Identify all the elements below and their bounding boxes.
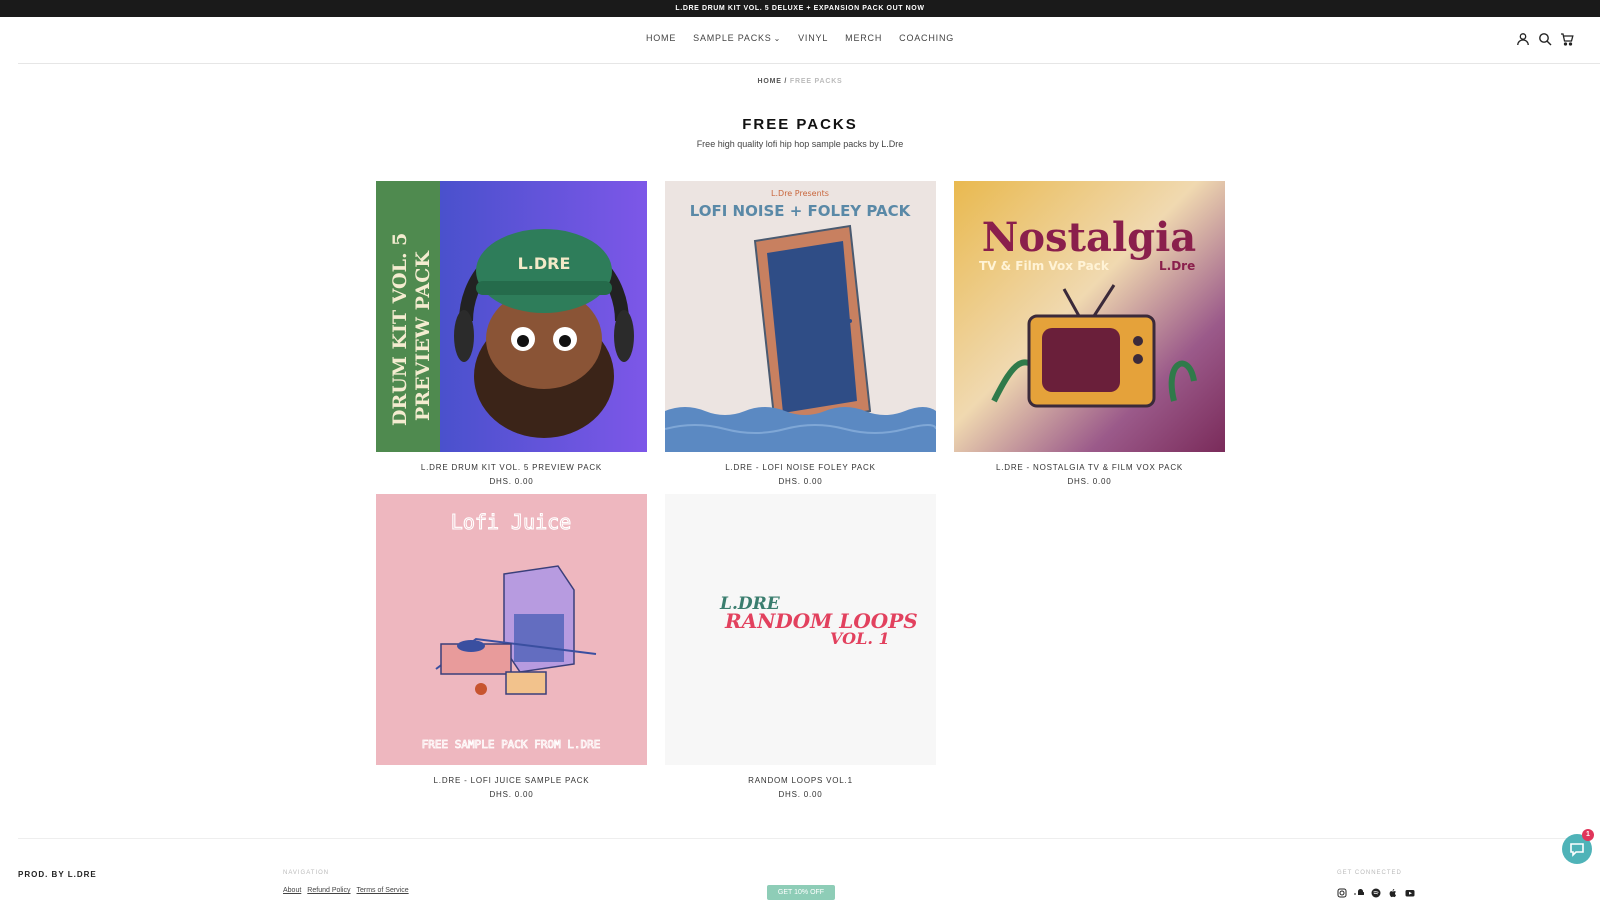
- instagram-icon[interactable]: [1337, 885, 1347, 898]
- nav-merch[interactable]: MERCH: [845, 33, 882, 43]
- product-title[interactable]: RANDOM LOOPS VOL.1: [665, 776, 936, 785]
- product-price: DHS. 0.00: [778, 477, 823, 486]
- product-price: DHS. 0.00: [1067, 477, 1112, 486]
- nav-coaching[interactable]: COACHING: [899, 33, 954, 43]
- cart-icon[interactable]: [1560, 32, 1574, 46]
- footer-brand: PROD. BY L.DRE: [18, 870, 97, 879]
- chevron-down-icon: ⌄: [773, 34, 782, 43]
- site-header: HOME SAMPLE PACKS ⌄ VINYL MERCH COACHING: [18, 17, 1600, 64]
- soundcloud-icon[interactable]: [1354, 885, 1365, 895]
- footer-divider: [18, 838, 1582, 839]
- youtube-icon[interactable]: [1405, 885, 1415, 897]
- breadcrumb-current: FREE PACKS: [789, 78, 843, 85]
- art-text-drum-kit-1: DRUM KIT VOL. 5: [389, 233, 411, 426]
- discount-button[interactable]: GET 10% OFF: [767, 885, 835, 900]
- spotify-icon[interactable]: [1371, 885, 1381, 898]
- product-title[interactable]: L.DRE - LOFI JUICE SAMPLE PACK: [376, 776, 647, 785]
- product-price: DHS. 0.00: [489, 477, 534, 486]
- art-text-drum-kit-2: PREVIEW PACK: [412, 250, 434, 421]
- footer-navigation-heading: NAVIGATION: [283, 870, 330, 876]
- product-price: DHS. 0.00: [489, 790, 534, 799]
- announcement-text[interactable]: L.DRE DRUM KIT VOL. 5 DELUXE + EXPANSION…: [675, 5, 924, 12]
- account-icon[interactable]: [1516, 32, 1530, 46]
- product-card[interactable]: Lofi Juice FREE SAMPLE PACK FROM L.DRE L…: [376, 494, 647, 799]
- art-text-nostalgia-3: L.Dre: [1159, 259, 1195, 273]
- page-title: FREE PACKS: [742, 116, 858, 133]
- product-card[interactable]: L.DRE RANDOM LOOPS VOL. 1 RANDOM LOOPS V…: [665, 494, 936, 799]
- art-text-foley-1: L.Dre Presents: [771, 189, 829, 198]
- footer-link-about[interactable]: About: [283, 887, 301, 894]
- art-text-nostalgia-2: TV & Film Vox Pack: [979, 259, 1110, 273]
- art-text-lofi-juice-2: FREE SAMPLE PACK FROM L.DRE: [422, 738, 601, 751]
- breadcrumb-separator: /: [784, 78, 788, 85]
- product-title[interactable]: L.DRE - NOSTALGIA TV & FILM VOX PACK: [954, 463, 1225, 472]
- product-price: DHS. 0.00: [778, 790, 823, 799]
- breadcrumb-home[interactable]: HOME: [757, 78, 781, 85]
- product-image-random-loops[interactable]: L.DRE RANDOM LOOPS VOL. 1: [665, 494, 936, 765]
- product-card[interactable]: DRUM KIT VOL. 5 PREVIEW PACK L.DRE L.DRE…: [376, 181, 647, 486]
- search-icon[interactable]: [1538, 32, 1552, 46]
- product-card[interactable]: L.Dre Presents LOFI NOISE + FOLEY PACK L…: [665, 181, 936, 486]
- product-title[interactable]: L.DRE - LOFI NOISE FOLEY PACK: [665, 463, 936, 472]
- product-image-drum-kit[interactable]: DRUM KIT VOL. 5 PREVIEW PACK L.DRE: [376, 181, 647, 452]
- product-card[interactable]: Nostalgia TV & Film Vox Pack L.Dre L.DRE…: [954, 181, 1225, 486]
- nav-sample-packs-label: SAMPLE PACKS: [693, 33, 772, 43]
- footer-link-terms[interactable]: Terms of Service: [357, 887, 409, 894]
- product-image-lofi-juice[interactable]: Lofi Juice FREE SAMPLE PACK FROM L.DRE: [376, 494, 647, 765]
- product-title[interactable]: L.DRE DRUM KIT VOL. 5 PREVIEW PACK: [376, 463, 647, 472]
- art-text-foley-2: LOFI NOISE + FOLEY PACK: [690, 202, 912, 220]
- apple-icon[interactable]: [1388, 885, 1398, 898]
- art-text-drum-kit-3: L.DRE: [518, 254, 571, 273]
- art-text-lofi-juice-1: Lofi Juice: [451, 510, 571, 534]
- nav-sample-packs[interactable]: SAMPLE PACKS ⌄: [693, 33, 781, 43]
- breadcrumb: HOME / FREE PACKS: [0, 78, 1600, 85]
- art-text-nostalgia-1: Nostalgia: [982, 214, 1196, 261]
- social-links: [1337, 885, 1415, 898]
- footer-link-refund[interactable]: Refund Policy: [307, 887, 350, 894]
- footer-connected-heading: GET CONNECTED: [1337, 870, 1402, 876]
- main-nav: HOME SAMPLE PACKS ⌄ VINYL MERCH COACHING: [0, 33, 1600, 43]
- nav-home[interactable]: HOME: [646, 33, 676, 43]
- chat-notification-badge: 1: [1582, 829, 1594, 841]
- page-subtitle: Free high quality lofi hip hop sample pa…: [696, 139, 904, 149]
- art-text-random-loops-3: VOL. 1: [830, 629, 890, 648]
- footer-links: About Refund Policy Terms of Service: [283, 887, 409, 894]
- nav-vinyl[interactable]: VINYL: [798, 33, 828, 43]
- product-image-foley[interactable]: L.Dre Presents LOFI NOISE + FOLEY PACK: [665, 181, 936, 452]
- product-image-nostalgia[interactable]: Nostalgia TV & Film Vox Pack L.Dre: [954, 181, 1225, 452]
- announcement-bar[interactable]: L.DRE DRUM KIT VOL. 5 DELUXE + EXPANSION…: [0, 0, 1600, 17]
- product-grid: DRUM KIT VOL. 5 PREVIEW PACK L.DRE L.DRE…: [376, 181, 1225, 799]
- header-icons: [1516, 32, 1574, 46]
